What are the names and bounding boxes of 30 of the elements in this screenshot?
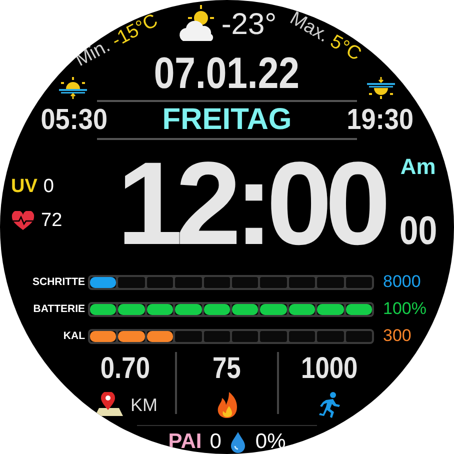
flame-icon	[216, 392, 238, 418]
am-pm: Am	[400, 154, 436, 180]
bar-label: BATTERIE	[32, 303, 85, 315]
uv-value: 0	[43, 176, 54, 198]
stat-value: 0.70	[100, 352, 150, 386]
time: 12:00	[117, 142, 386, 266]
heart-pulse-icon	[11, 210, 35, 231]
bar-value: 100%	[383, 299, 428, 319]
water-drop-icon	[229, 430, 248, 453]
bar-label: KAL	[62, 330, 85, 342]
bar-label: SCHRITTE	[32, 276, 85, 288]
heart-rate: 72	[41, 210, 62, 232]
temperature: -23°	[221, 8, 277, 42]
running-figure-icon	[317, 392, 341, 418]
pai-value: 0	[210, 430, 222, 454]
stat-value: 1000	[300, 352, 358, 386]
weekday: FREITAG	[162, 103, 292, 138]
sunset-icon	[365, 77, 397, 100]
sunrise-icon	[57, 77, 89, 100]
uv-label: UV	[11, 176, 38, 198]
sunrise-time: 05:30	[40, 104, 108, 137]
humidity: 0%	[255, 430, 286, 454]
unit-label: KM	[130, 395, 158, 416]
pai-label: PAI	[168, 430, 202, 454]
seconds: 00	[399, 208, 437, 254]
date: 07.01.22	[154, 51, 300, 98]
sunset-time: 19:30	[346, 104, 414, 137]
bar-value: 300	[383, 326, 412, 346]
stat-value: 75	[212, 352, 242, 386]
bar-value: 8000	[383, 272, 422, 292]
